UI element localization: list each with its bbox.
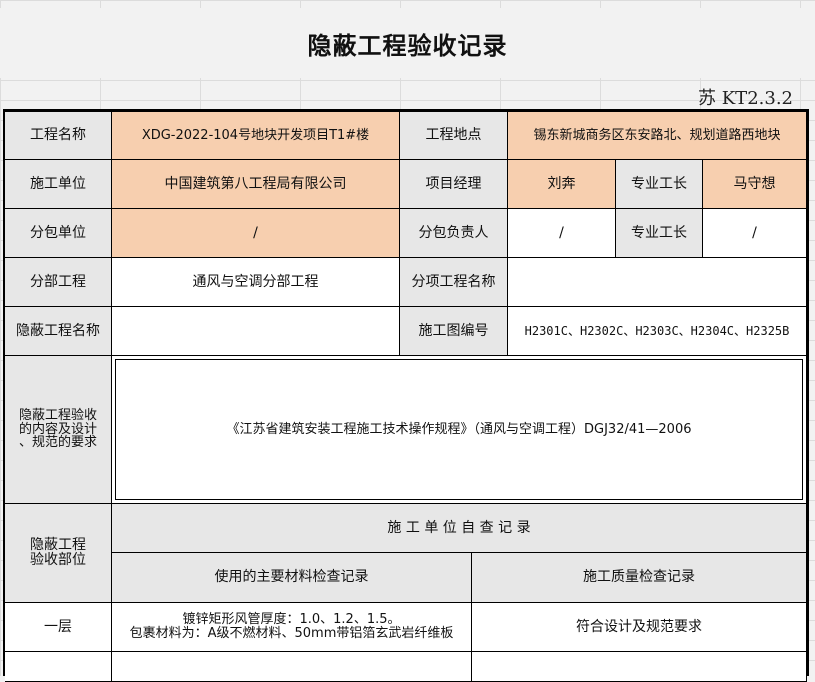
sub-head-label: 分包负责人 bbox=[400, 209, 508, 258]
foreman-value[interactable]: 马守想 bbox=[703, 160, 807, 209]
inspection-content-cell[interactable]: 《江苏省建筑安装工程施工技术操作规程》（通风与空调工程）DGJ32/41—200… bbox=[112, 356, 807, 504]
manager-value[interactable]: 刘奔 bbox=[508, 160, 616, 209]
sub-head-value[interactable]: / bbox=[508, 209, 616, 258]
drawing-number-value[interactable]: H2301C、H2302C、H2303C、H2304C、H2325B bbox=[508, 307, 807, 356]
self-check-header: 施 工 单 位 自 查 记 录 bbox=[112, 504, 807, 553]
inspection-content-label: 隐蔽工程验收 的内容及设计 、规范的要求 bbox=[5, 356, 112, 504]
project-name-label: 工程名称 bbox=[5, 112, 112, 160]
manager-label: 项目经理 bbox=[400, 160, 508, 209]
inspection-part-label: 隐蔽工程 验收部位 bbox=[5, 504, 112, 603]
division-value[interactable]: 通风与空调分部工程 bbox=[112, 258, 400, 307]
contractor-value[interactable]: 中国建筑第八工程局有限公司 bbox=[112, 160, 400, 209]
drawing-number-label: 施工图编号 bbox=[400, 307, 508, 356]
part-label-line: 隐蔽工程 bbox=[30, 537, 86, 554]
part-value[interactable]: 一层 bbox=[5, 603, 112, 652]
hidden-work-name-label: 隐蔽工程名称 bbox=[5, 307, 112, 356]
item-name-label: 分项工程名称 bbox=[400, 258, 508, 307]
subcontractor-value[interactable]: / bbox=[112, 209, 400, 258]
hidden-work-name-value[interactable] bbox=[112, 307, 400, 356]
sub-foreman-value[interactable]: / bbox=[703, 209, 807, 258]
materials-value[interactable]: 镀锌矩形风管厚度：1.0、1.2、1.5。 包裹材料为：A级不燃材料、50mm带… bbox=[112, 603, 472, 652]
sub-foreman-label: 专业工长 bbox=[616, 209, 703, 258]
materials-header: 使用的主要材料检查记录 bbox=[112, 553, 472, 603]
inspection-content-value: 《江苏省建筑安装工程施工技术操作规程》（通风与空调工程）DGJ32/41—200… bbox=[115, 359, 803, 500]
content-label-line: 隐蔽工程验收 bbox=[18, 408, 97, 424]
location-value[interactable]: 锡东新城商务区东安路北、规划道路西地块 bbox=[508, 112, 807, 160]
content-label-line: 、规范的要求 bbox=[18, 435, 97, 451]
materials-line: 镀锌矩形风管厚度：1.0、1.2、1.5。 bbox=[182, 612, 401, 628]
empty-cell[interactable] bbox=[472, 652, 807, 682]
record-table: 工程名称 XDG-2022-104号地块开发项目T1#楼 工程地点 锡东新城商务… bbox=[3, 109, 809, 682]
page-title: 隐蔽工程验收记录 bbox=[0, 8, 815, 78]
form-code: 苏 KT2.3.2 bbox=[698, 88, 793, 109]
location-label: 工程地点 bbox=[400, 112, 508, 160]
part-label-line: 验收部位 bbox=[30, 552, 86, 568]
empty-cell[interactable] bbox=[5, 652, 112, 682]
project-name-value[interactable]: XDG-2022-104号地块开发项目T1#楼 bbox=[112, 112, 400, 160]
item-name-value[interactable] bbox=[508, 258, 807, 307]
quality-header: 施工质量检查记录 bbox=[472, 553, 807, 603]
foreman-label: 专业工长 bbox=[616, 160, 703, 209]
subcontractor-label: 分包单位 bbox=[5, 209, 112, 258]
quality-value[interactable]: 符合设计及规范要求 bbox=[472, 603, 807, 652]
materials-line: 包裹材料为：A级不燃材料、50mm带铝箔玄武岩纤维板 bbox=[129, 626, 454, 641]
empty-cell[interactable] bbox=[112, 652, 472, 682]
contractor-label: 施工单位 bbox=[5, 160, 112, 209]
division-label: 分部工程 bbox=[5, 258, 112, 307]
